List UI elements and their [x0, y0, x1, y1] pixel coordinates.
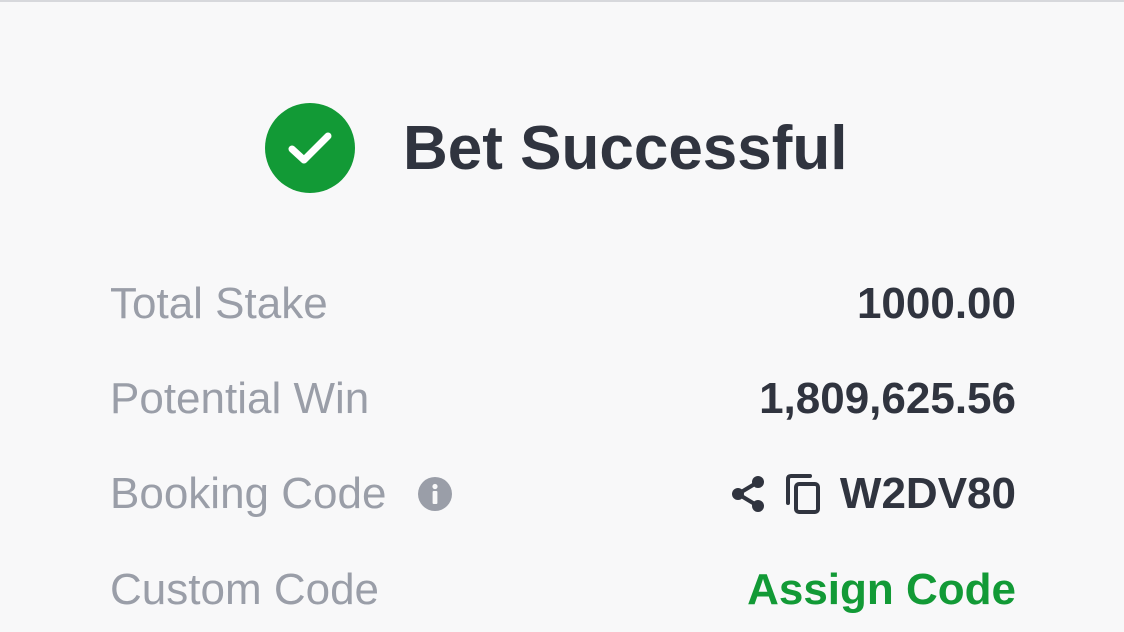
booking-code-row: Booking Code W2DV80: [110, 464, 1016, 524]
copy-icon[interactable]: [784, 473, 822, 515]
potential-win-label: Potential Win: [110, 374, 370, 423]
info-icon[interactable]: [418, 477, 453, 511]
top-divider: [0, 0, 1124, 2]
total-stake-label: Total Stake: [110, 279, 328, 328]
booking-code-value-group: W2DV80: [730, 469, 1016, 519]
potential-win-row: Potential Win 1,809,625.56: [110, 369, 1016, 429]
custom-code-label: Custom Code: [110, 565, 380, 614]
check-circle-icon: [265, 103, 355, 193]
share-icon[interactable]: [730, 475, 766, 513]
bet-success-header: Bet Successful: [265, 102, 848, 194]
total-stake-value: 1000.00: [856, 279, 1016, 328]
booking-code-label: Booking Code: [110, 469, 387, 518]
page-title: Bet Successful: [403, 113, 848, 183]
booking-code-value[interactable]: W2DV80: [840, 469, 1016, 519]
custom-code-row: Custom Code Assign Code: [110, 560, 1016, 620]
booking-code-label-group: Booking Code: [110, 469, 453, 519]
assign-code-button[interactable]: Assign Code: [747, 565, 1016, 615]
potential-win-value: 1,809,625.56: [759, 374, 1016, 423]
total-stake-row: Total Stake 1000.00: [110, 274, 1016, 334]
